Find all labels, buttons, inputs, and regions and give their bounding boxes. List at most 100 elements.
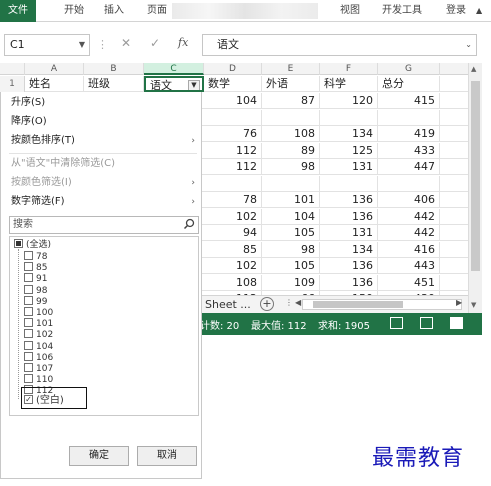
list-item[interactable]: 85 [24, 262, 47, 274]
table-cell[interactable]: 131 [320, 225, 378, 241]
menu-item-number-filters[interactable]: 数字筛选(F) › [1, 193, 201, 211]
scroll-up-icon[interactable]: ▲ [471, 65, 476, 73]
table-cell[interactable] [320, 175, 378, 192]
column-header-d[interactable]: D [204, 63, 262, 75]
checkbox-indeterminate[interactable] [14, 239, 23, 248]
checkbox-unchecked[interactable] [24, 340, 33, 350]
table-cell[interactable] [378, 109, 440, 126]
cancel-icon[interactable]: ✕ [121, 36, 131, 50]
table-cell[interactable]: 102 [204, 258, 262, 274]
add-sheet-icon[interactable]: + [260, 297, 274, 311]
vertical-scrollbar[interactable]: ▲ ▼ [468, 63, 482, 313]
normal-view-icon[interactable] [390, 317, 403, 329]
scroll-right-icon[interactable]: ▶ [456, 298, 462, 307]
checkbox-unchecked[interactable] [24, 251, 33, 260]
sign-in-link[interactable]: 登录 [446, 0, 466, 22]
table-cell[interactable]: 105 [262, 258, 320, 274]
checkbox-unchecked[interactable] [24, 374, 33, 384]
column-header-b[interactable]: B [84, 63, 144, 75]
table-cell[interactable]: 136 [320, 208, 378, 225]
checkbox-unchecked[interactable] [24, 273, 33, 283]
list-item[interactable]: 100 [24, 307, 53, 319]
table-cell[interactable]: 443 [378, 258, 440, 274]
list-item[interactable]: 104 [24, 340, 53, 353]
scroll-left-icon[interactable]: ◀ [295, 298, 301, 307]
header-cell-science[interactable]: 科学 [320, 76, 378, 92]
checkbox-unchecked[interactable] [24, 329, 33, 339]
menu-item-sort-by-color[interactable]: 按颜色排序(T) › [1, 132, 201, 150]
header-cell-english[interactable]: 外语 [262, 76, 320, 92]
header-cell-total[interactable]: 总分 [378, 76, 440, 92]
column-header-f[interactable]: F [320, 63, 378, 75]
table-cell[interactable]: 108 [262, 126, 320, 142]
table-cell[interactable]: 112 [204, 159, 262, 175]
sheet-tab[interactable]: Sheet ... [205, 298, 251, 311]
filter-dropdown-icon[interactable]: ▼ [188, 80, 200, 90]
table-cell[interactable]: 136 [320, 274, 378, 291]
table-cell[interactable]: 112 [204, 142, 262, 159]
column-header-e[interactable]: E [262, 63, 320, 75]
header-cell-class[interactable]: 班级 [84, 76, 144, 92]
filter-values-list[interactable]: (全选) 78 85 91 98 99 100 101 102 104 106 107 110 112 … [9, 236, 199, 416]
cancel-button[interactable]: 取消 [137, 446, 197, 466]
table-cell[interactable]: 134 [320, 126, 378, 142]
formula-input[interactable]: 语文 ⌄ [202, 34, 477, 56]
list-item[interactable]: 91 [24, 273, 47, 285]
checkbox-unchecked[interactable] [24, 318, 33, 328]
table-cell[interactable]: 94 [204, 225, 262, 241]
table-cell[interactable]: 416 [378, 241, 440, 258]
ok-button[interactable]: 确定 [69, 446, 129, 466]
table-cell[interactable]: 78 [204, 192, 262, 208]
table-cell[interactable]: 442 [378, 208, 440, 225]
list-item[interactable]: 78 [24, 251, 47, 263]
tab-home[interactable]: 开始 [64, 0, 84, 22]
list-item[interactable]: 110 [24, 374, 53, 386]
menu-item-filter-by-color[interactable]: 按颜色筛选(I) › [1, 174, 201, 192]
row-number[interactable]: 1 [0, 76, 25, 92]
table-cell[interactable]: 89 [262, 142, 320, 159]
table-cell[interactable]: 131 [320, 159, 378, 175]
horizontal-scrollbar[interactable] [302, 299, 462, 310]
list-item[interactable]: 101 [24, 318, 53, 330]
checkbox-unchecked[interactable] [24, 284, 33, 294]
table-cell[interactable]: 87 [262, 93, 320, 109]
table-cell[interactable]: 419 [378, 126, 440, 142]
expand-formula-icon[interactable]: ⌄ [465, 35, 472, 55]
column-header-a[interactable]: A [25, 63, 84, 75]
menu-item-clear-filter[interactable]: 从"语文"中清除筛选(C) [1, 155, 201, 173]
table-cell[interactable]: 98 [262, 241, 320, 258]
horizontal-scroll-thumb[interactable] [313, 301, 403, 308]
table-cell[interactable]: 104 [204, 93, 262, 109]
scroll-down-icon[interactable]: ▼ [471, 301, 476, 309]
header-cell-chinese[interactable]: 语文 ▼ [144, 76, 204, 92]
table-cell[interactable]: 85 [204, 241, 262, 258]
search-input[interactable]: 搜索 [9, 216, 199, 234]
tab-page-layout[interactable]: 页面 [147, 0, 167, 22]
select-all-corner[interactable] [0, 63, 25, 75]
table-cell[interactable]: 451 [378, 274, 440, 291]
column-header-c[interactable]: C [144, 63, 204, 75]
list-item[interactable]: 107 [24, 363, 53, 375]
tab-file[interactable]: 文件 [0, 0, 36, 22]
tab-view[interactable]: 视图 [340, 0, 360, 22]
table-cell[interactable]: 134 [320, 241, 378, 258]
menu-item-sort-descending[interactable]: 降序(O) [1, 113, 201, 131]
table-cell[interactable]: 105 [262, 225, 320, 241]
table-cell[interactable] [204, 175, 262, 192]
menu-item-sort-ascending[interactable]: 升序(S) [1, 94, 201, 112]
page-layout-view-icon[interactable] [420, 317, 433, 329]
header-cell-name[interactable]: 姓名 [25, 76, 84, 92]
name-box[interactable]: C1 ▼ [4, 34, 90, 56]
table-cell[interactable]: 447 [378, 159, 440, 175]
list-item[interactable]: 98 [24, 284, 47, 297]
table-cell[interactable]: 102 [204, 208, 262, 225]
list-item[interactable]: 99 [24, 295, 47, 308]
table-cell[interactable]: 136 [320, 192, 378, 208]
list-item[interactable]: 102 [24, 329, 53, 341]
table-cell[interactable]: 76 [204, 126, 262, 142]
table-cell[interactable]: 442 [378, 225, 440, 241]
scroll-thumb[interactable] [471, 81, 480, 271]
table-cell[interactable] [378, 175, 440, 192]
table-cell[interactable]: 125 [320, 142, 378, 159]
table-cell[interactable]: 104 [262, 208, 320, 225]
